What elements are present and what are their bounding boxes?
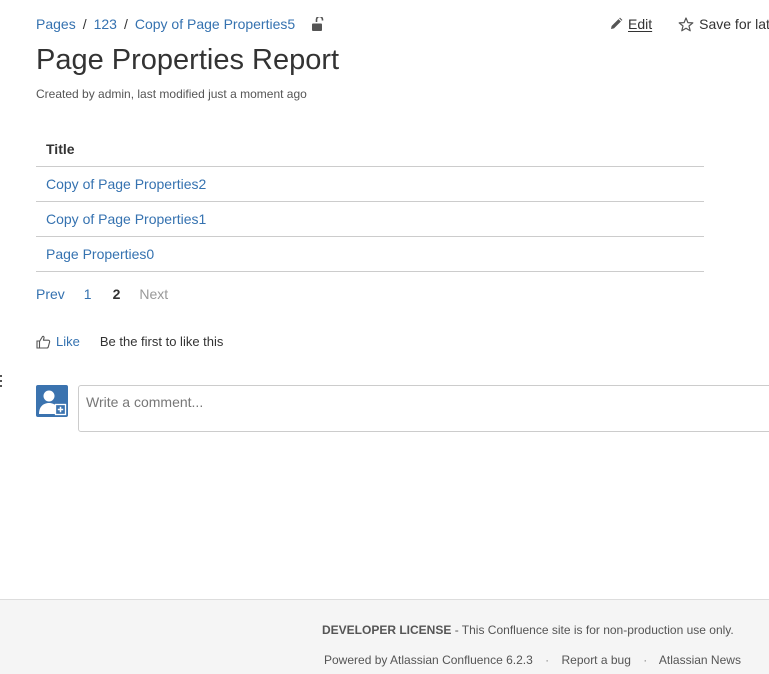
like-section: Like Be the first to like this: [36, 334, 223, 349]
page-actions: Edit Save for later: [609, 16, 769, 32]
comment-input[interactable]: [79, 386, 769, 418]
pencil-icon: [611, 17, 623, 29]
pagination: Prev 1 2 Next: [36, 286, 168, 302]
table-header-row: Title: [36, 132, 704, 167]
table-cell: Copy of Page Properties2: [36, 166, 704, 202]
breadcrumb-separator: /: [82, 16, 87, 32]
more-options-icon[interactable]: [0, 375, 2, 387]
license-text: - This Confluence site is for non-produc…: [451, 623, 734, 637]
breadcrumb: Pages / 123 / Copy of Page Properties5: [36, 16, 324, 32]
save-for-later-button[interactable]: Save for later: [678, 16, 769, 32]
report-row-link[interactable]: Copy of Page Properties2: [46, 176, 206, 192]
table-cell: Page Properties0: [36, 236, 704, 272]
star-icon: [678, 16, 694, 31]
footer-link-report-bug[interactable]: Report a bug: [562, 653, 631, 667]
footer-license: DEVELOPER LICENSE - This Confluence site…: [322, 623, 734, 637]
pagination-prev[interactable]: Prev: [36, 286, 65, 302]
edit-button[interactable]: Edit: [609, 16, 652, 32]
footer-link-atlassian-news[interactable]: Atlassian News: [659, 653, 741, 667]
report-row-link[interactable]: Page Properties0: [46, 246, 154, 262]
comment-box[interactable]: [78, 385, 769, 432]
footer-links: Powered by Atlassian Confluence 6.2.3 · …: [324, 653, 741, 667]
pagination-page-1[interactable]: 1: [84, 286, 92, 302]
column-header-title[interactable]: Title: [36, 132, 704, 167]
table-row: Page Properties0: [36, 236, 704, 272]
table-row: Copy of Page Properties1: [36, 201, 704, 237]
page: Pages / 123 / Copy of Page Properties5 E…: [0, 0, 769, 674]
save-for-later-label: Save for later: [699, 16, 769, 32]
footer-link-powered-by[interactable]: Powered by Atlassian Confluence 6.2.3: [324, 653, 533, 667]
page-metadata: Created by admin, last modified just a m…: [36, 87, 307, 101]
breadcrumb-item-parent[interactable]: Copy of Page Properties5: [135, 16, 295, 32]
lock-open-icon[interactable]: [311, 16, 324, 32]
footer: DEVELOPER LICENSE - This Confluence site…: [0, 599, 769, 674]
page-properties-report-table: Title Copy of Page Properties2 Copy of P…: [36, 132, 704, 272]
like-summary: Be the first to like this: [99, 334, 224, 349]
breadcrumb-item-space[interactable]: 123: [94, 16, 117, 32]
like-button[interactable]: Like: [36, 334, 80, 349]
table-cell: Copy of Page Properties1: [36, 201, 704, 237]
breadcrumb-item-pages[interactable]: Pages: [36, 16, 76, 32]
table-row: Copy of Page Properties2: [36, 166, 704, 202]
user-avatar-icon[interactable]: [36, 385, 68, 417]
footer-separator: ·: [545, 653, 550, 667]
pagination-next[interactable]: Next: [139, 286, 168, 302]
page-title: Page Properties Report: [36, 44, 340, 76]
breadcrumb-separator: /: [123, 16, 128, 32]
thumbs-up-icon: [36, 335, 51, 349]
pagination-page-current: 2: [112, 286, 121, 302]
like-label: Like: [56, 334, 80, 349]
report-row-link[interactable]: Copy of Page Properties1: [46, 211, 206, 227]
edit-label: Edit: [628, 16, 653, 32]
footer-separator: ·: [643, 653, 648, 667]
license-type: DEVELOPER LICENSE: [322, 623, 452, 637]
